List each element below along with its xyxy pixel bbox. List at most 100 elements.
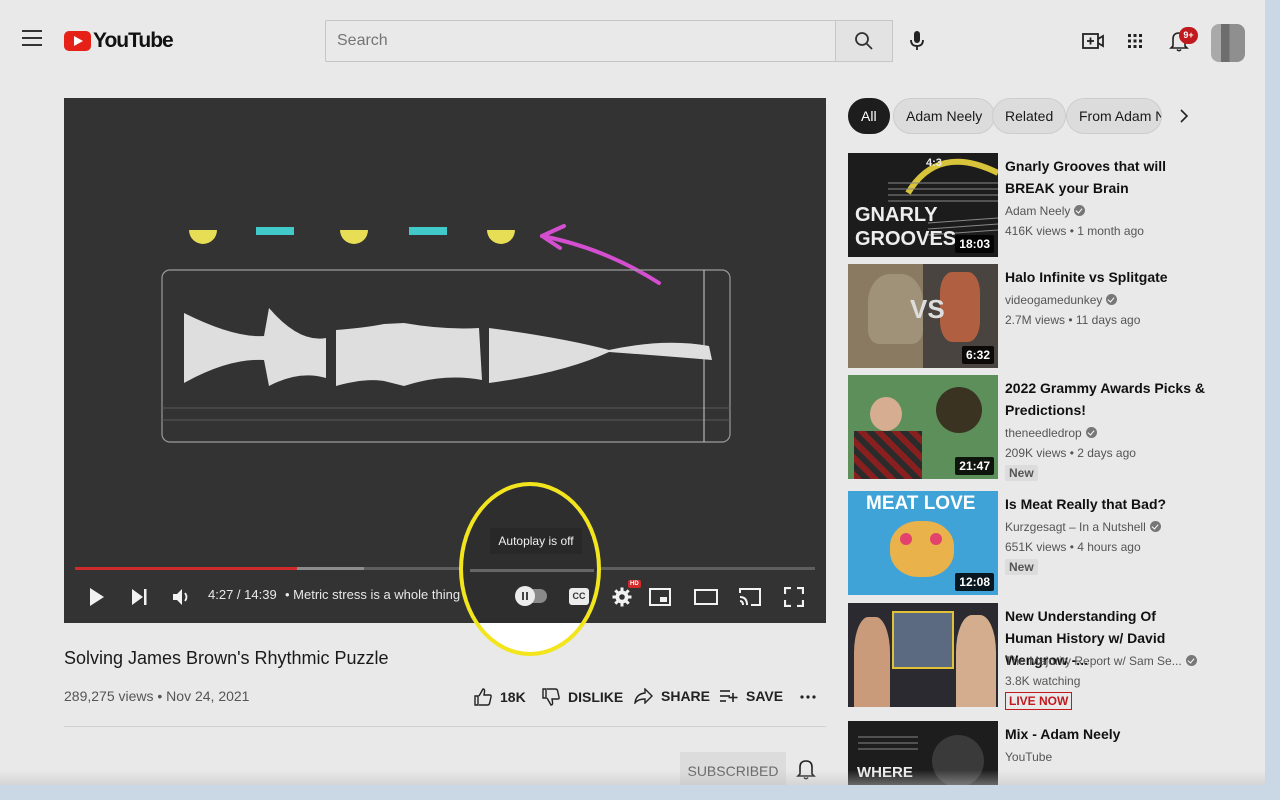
video-duration: 12:08 (955, 573, 994, 591)
thumbnail-shirt (854, 431, 922, 479)
dislike-button[interactable]: DISLIKE (542, 688, 623, 706)
video-player[interactable]: 4:27 / 14:39 • Metric stress is a whole … (64, 98, 826, 623)
volume-button[interactable] (170, 585, 194, 609)
thumbnail-cow (890, 521, 954, 577)
chapter-title[interactable]: • Metric stress is a whole thing › (285, 587, 468, 602)
youtube-play-logo-icon (64, 31, 91, 51)
search-input[interactable] (325, 20, 836, 62)
video-stats: 2.7M views • 11 days ago (1005, 313, 1141, 327)
video-thumbnail: 4:3 GNARLY GROOVES 18:03 (848, 153, 998, 257)
channel-name[interactable]: Kurzgesagt – In a Nutshell (1005, 520, 1161, 534)
live-now-badge: LIVE NOW (1005, 692, 1073, 710)
save-label: SAVE (746, 688, 784, 704)
chip-all[interactable]: All (848, 98, 890, 134)
thumbnail-meter: 4:3 (926, 157, 942, 169)
more-actions-button[interactable] (800, 686, 824, 704)
video-title: Gnarly Grooves that will BREAK your Brai… (1005, 158, 1167, 196)
channel-label: Kurzgesagt – In a Nutshell (1005, 520, 1146, 534)
apps-button[interactable] (1122, 28, 1148, 54)
miniplayer-icon (649, 588, 671, 606)
chip-adam-neely[interactable]: Adam Neely (893, 98, 996, 134)
recommended-video[interactable]: MEAT LOVE 12:08 Is Meat Really that Bad?… (848, 491, 1248, 595)
share-button[interactable]: SHARE (634, 688, 710, 704)
video-thumbnail: VS 6:32 (848, 264, 998, 368)
video-stats: 416K views • 1 month ago (1005, 224, 1144, 238)
chips-next-button[interactable] (1172, 104, 1196, 128)
progress-bar[interactable] (75, 567, 815, 570)
thumbnail-inset (892, 611, 954, 669)
create-video-button[interactable] (1080, 28, 1106, 54)
miniplayer-button[interactable] (647, 585, 673, 609)
youtube-logo[interactable]: YouTube (64, 29, 174, 53)
video-stats: 3.8K watching (1005, 674, 1081, 688)
video-title: Is Meat Really that Bad? (1005, 496, 1167, 512)
chevron-right-icon (1180, 109, 1189, 123)
new-badge: New (1005, 465, 1038, 481)
chip-from-adam-neely[interactable]: From Adam Neely (1066, 98, 1162, 134)
channel-name[interactable]: The Majority Report w/ Sam Se... (1005, 654, 1197, 668)
video-stats: 209K views • 2 days ago (1005, 446, 1136, 460)
account-avatar[interactable] (1211, 24, 1245, 62)
played-progress (75, 567, 297, 570)
autoplay-tooltip: Autoplay is off (490, 528, 582, 554)
verified-icon (1074, 205, 1086, 216)
bottom-shade (0, 770, 1265, 785)
fullscreen-icon (784, 587, 804, 607)
microphone-icon (910, 31, 924, 50)
recommended-video[interactable]: VS 6:32 Halo Infinite vs Splitgate video… (848, 264, 1248, 368)
theater-mode-button[interactable] (693, 585, 719, 609)
fullscreen-button[interactable] (781, 585, 807, 609)
video-stats: 651K views • 4 hours ago (1005, 540, 1141, 554)
autoplay-toggle[interactable] (515, 586, 547, 606)
chip-related[interactable]: Related (992, 98, 1067, 134)
channel-name[interactable]: videogamedunkey (1005, 293, 1118, 307)
channel-name[interactable]: YouTube (1005, 750, 1052, 764)
create-video-icon (1082, 33, 1104, 49)
autoplay-highlight-circle (459, 482, 601, 656)
channel-label: The Majority Report w/ Sam Se... (1005, 654, 1182, 668)
hamburger-menu-icon[interactable] (22, 30, 42, 48)
volume-icon (173, 589, 188, 605)
theater-mode-icon (694, 589, 718, 605)
search-button[interactable] (835, 20, 893, 62)
thumbnail-person (956, 615, 996, 707)
ring-progress-segment (470, 569, 594, 572)
verified-icon (1085, 427, 1097, 438)
like-button[interactable]: 18K (474, 688, 526, 706)
channel-name[interactable]: theneedledrop (1005, 426, 1097, 440)
current-time: 4:27 / 14:39 (208, 587, 277, 602)
verified-icon (1185, 655, 1197, 666)
more-horizontal-icon (800, 695, 816, 699)
video-frame-graphic (161, 216, 731, 443)
channel-label: Adam Neely (1005, 204, 1071, 218)
cast-button[interactable] (737, 585, 763, 609)
video-thumbnail (848, 603, 998, 707)
thumbnail-caption: MEAT LOVE (866, 493, 976, 514)
video-thumbnail: MEAT LOVE 12:08 (848, 491, 998, 595)
cast-icon (739, 588, 761, 606)
subtitles-button[interactable]: CC (569, 588, 589, 605)
recommended-video[interactable]: 4:3 GNARLY GROOVES 18:03 Gnarly Grooves … (848, 153, 1248, 257)
skip-next-icon (132, 589, 147, 605)
play-button[interactable] (86, 585, 108, 609)
youtube-window: YouTube 9+ (0, 0, 1265, 785)
next-video-button[interactable] (128, 585, 150, 609)
notification-count-badge: 9+ (1179, 27, 1198, 44)
gear-icon (612, 587, 632, 607)
video-duration: 21:47 (955, 457, 994, 475)
video-duration: 6:32 (961, 346, 994, 364)
top-header: YouTube 9+ (0, 0, 1265, 80)
share-icon (634, 688, 653, 704)
save-button[interactable]: SAVE (719, 688, 783, 704)
channel-name[interactable]: Adam Neely (1005, 204, 1086, 218)
voice-search-button[interactable] (903, 27, 931, 55)
video-title: Mix - Adam Neely (1005, 726, 1121, 742)
thumbnail-heart-eye (900, 533, 912, 545)
verified-icon (1106, 294, 1118, 305)
thumbnail-figure-right (940, 272, 980, 342)
recommended-video[interactable]: 21:47 2022 Grammy Awards Picks & Predict… (848, 375, 1248, 481)
new-badge: New (1005, 559, 1038, 575)
thumbnail-caption: VS (910, 294, 945, 324)
dislike-label: DISLIKE (568, 689, 624, 705)
hd-badge: HD (628, 580, 641, 588)
